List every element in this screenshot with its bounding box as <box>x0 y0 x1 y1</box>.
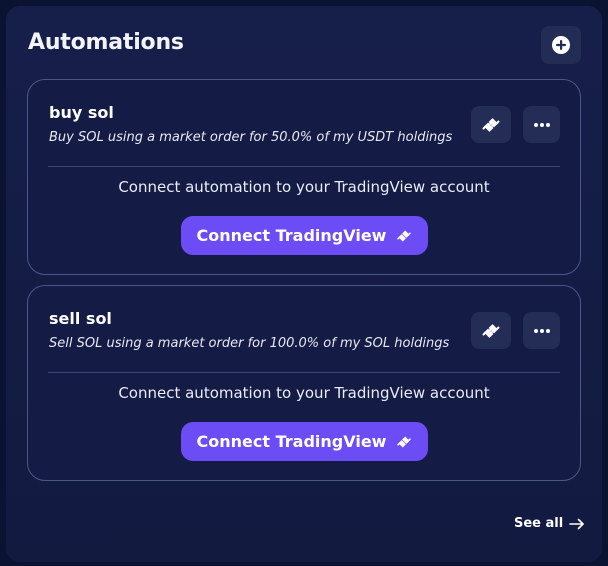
ellipsis-icon <box>533 328 550 333</box>
connect-tradingview-button[interactable]: Connect TradingView <box>181 422 428 461</box>
divider <box>48 166 560 167</box>
automation-card-sell-sol: sell sol Sell SOL using a market order f… <box>27 285 581 481</box>
page-title: Automations <box>28 30 184 55</box>
connect-button-label: Connect TradingView <box>196 226 387 245</box>
more-options-button[interactable] <box>523 106 560 143</box>
divider <box>48 372 560 373</box>
ellipsis-icon <box>533 122 550 127</box>
automation-description: Buy SOL using a market order for 50.0% o… <box>49 130 453 145</box>
connect-prompt: Connect automation to your TradingView a… <box>118 178 490 196</box>
see-all-label: See all <box>514 516 564 531</box>
link-automation-button[interactable] <box>471 312 511 349</box>
connect-prompt: Connect automation to your TradingView a… <box>118 384 490 402</box>
connect-tradingview-button[interactable]: Connect TradingView <box>181 216 428 255</box>
plus-circle-icon <box>552 36 570 54</box>
plug-link-icon <box>397 229 412 242</box>
automation-description: Sell SOL using a market order for 100.0%… <box>49 336 450 351</box>
automation-name: sell sol <box>49 309 112 328</box>
automation-name: buy sol <box>49 103 114 122</box>
arrow-right-icon <box>569 518 585 529</box>
plug-link-icon <box>397 435 412 448</box>
connect-button-label: Connect TradingView <box>196 432 387 451</box>
automation-card-buy-sol: buy sol Buy SOL using a market order for… <box>27 79 581 275</box>
more-options-button[interactable] <box>523 312 560 349</box>
see-all-link[interactable]: See all <box>514 516 585 531</box>
plug-link-icon <box>482 117 500 132</box>
add-automation-button[interactable] <box>541 26 581 64</box>
link-automation-button[interactable] <box>471 106 511 143</box>
automations-panel: Automations buy sol Buy SOL using a mark… <box>6 6 602 562</box>
plug-link-icon <box>482 323 500 338</box>
